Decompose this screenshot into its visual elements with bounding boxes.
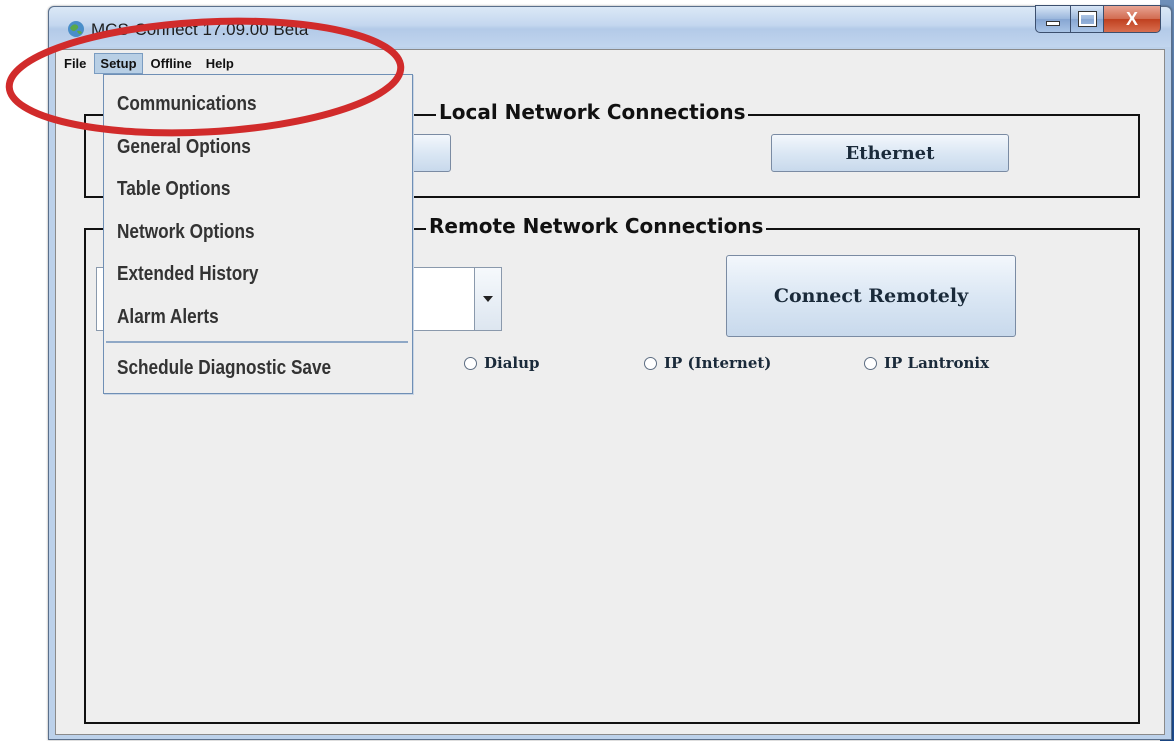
caption-buttons: X — [1035, 5, 1161, 33]
maximize-icon — [1077, 11, 1097, 27]
menu-help[interactable]: Help — [200, 53, 240, 74]
chevron-down-icon — [483, 296, 493, 302]
menu-item-table-options[interactable]: Table Options — [117, 178, 230, 201]
radio-ip-internet-label: IP (Internet) — [664, 354, 772, 372]
remote-network-title: Remote Network Connections — [426, 214, 767, 238]
radio-ip-internet-indicator — [644, 356, 657, 370]
dropdown-arrow[interactable] — [474, 268, 501, 330]
close-button[interactable]: X — [1104, 5, 1161, 33]
menu-item-general-options[interactable]: General Options — [117, 136, 251, 159]
maximize-button[interactable] — [1071, 5, 1104, 33]
local-network-title: Local Network Connections — [436, 100, 749, 124]
setup-dropdown-menu: Communications General Options Table Opt… — [103, 74, 413, 394]
minimize-icon — [1046, 20, 1060, 26]
menu-item-network-options[interactable]: Network Options — [117, 221, 255, 244]
radio-dialup-label: Dialup — [484, 354, 540, 372]
menu-item-communications[interactable]: Communications — [117, 93, 257, 116]
radio-ip-lantronix-indicator — [864, 356, 877, 370]
radio-ip-lantronix[interactable]: IP Lantronix — [864, 354, 989, 372]
menu-separator — [106, 341, 408, 343]
menu-file[interactable]: File — [58, 53, 92, 74]
menu-item-extended-history[interactable]: Extended History — [117, 263, 258, 286]
menu-item-alarm-alerts[interactable]: Alarm Alerts — [117, 306, 219, 329]
window-title: MCS-Connect 17.09.00 Beta — [91, 20, 309, 39]
app-globe-icon — [68, 21, 84, 37]
close-icon: X — [1125, 8, 1138, 29]
menu-bar: File Setup Offline Help — [56, 50, 1164, 76]
radio-ip-internet[interactable]: IP (Internet) — [644, 354, 771, 372]
radio-dialup[interactable]: Dialup — [464, 354, 540, 372]
radio-ip-lantronix-label: IP Lantronix — [884, 354, 990, 372]
menu-item-schedule-diagnostic-save[interactable]: Schedule Diagnostic Save — [117, 357, 331, 380]
minimize-button[interactable] — [1035, 5, 1071, 33]
title-bar[interactable]: MCS-Connect 17.09.00 Beta X — [49, 5, 1171, 47]
radio-dialup-indicator — [464, 356, 477, 370]
menu-setup[interactable]: Setup — [94, 52, 143, 74]
ethernet-button[interactable]: Ethernet — [771, 134, 1009, 172]
menu-offline[interactable]: Offline — [145, 53, 198, 74]
connect-remotely-button[interactable]: Connect Remotely — [726, 255, 1016, 337]
